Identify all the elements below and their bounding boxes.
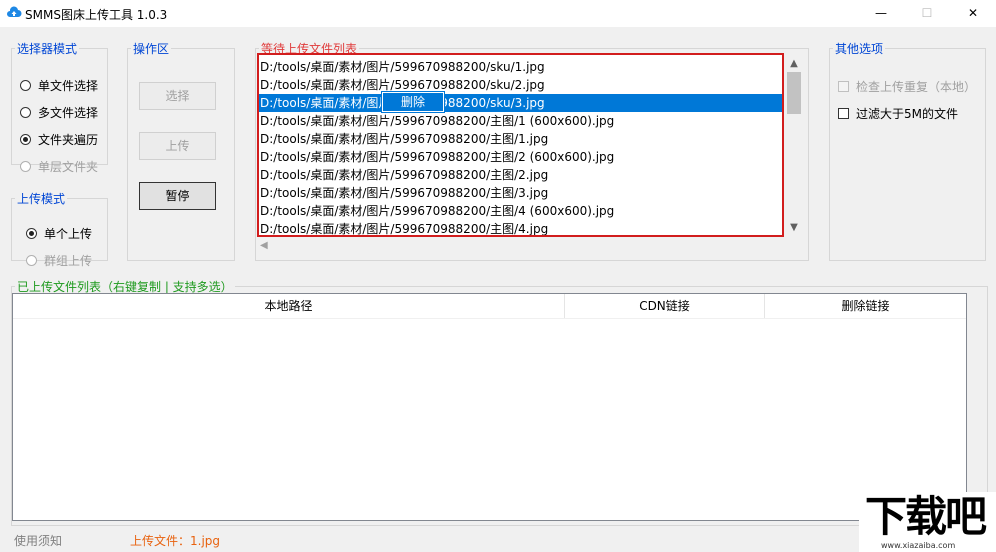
radio-group-upload[interactable]: 群组上传 [26,252,92,269]
filter-large-checkbox[interactable]: 过滤大于5M的文件 [838,105,958,122]
context-menu: 删除 [381,91,445,113]
watermark-logo: 下载吧 www.xiazaiba.com [859,492,996,552]
checkbox-indicator [838,81,849,92]
upload-button[interactable]: 上传 [139,132,216,160]
other-options-group: 其他选项 检查上传重复（本地） 过滤大于5M的文件 [829,40,986,261]
list-item[interactable]: D:/tools/桌面/素材/图片/599670988200/主图/4 (600… [259,202,614,220]
radio-label: 文件夹遍历 [38,133,99,147]
pending-file-listbox[interactable]: D:/tools/桌面/素材/图片/599670988200/sku/1.jpg… [257,53,784,237]
pending-list-scrollbar[interactable]: ▲ ▼ [785,55,803,237]
operations-legend: 操作区 [133,42,170,56]
watermark-text: 下载吧 [865,492,987,541]
selector-mode-legend: 选择器模式 [17,42,78,56]
list-item[interactable]: D:/tools/桌面/素材/图片/599670988200/主图/1 (600… [259,112,614,130]
title-bar: SMMS图床上传工具 1.0.3 — ☐ ✕ [0,0,996,27]
upload-mode-legend: 上传模式 [17,192,66,206]
watermark-url: www.xiazaiba.com [881,541,956,550]
list-item[interactable]: D:/tools/桌面/素材/图片/599670988200/主图/3.jpg [259,184,548,202]
list-item[interactable]: D:/tools/桌面/素材/图片/599670988200/sku/1.jpg [259,58,545,76]
minimize-button[interactable]: — [858,0,904,27]
pause-button[interactable]: 暂停 [139,182,216,210]
window-title: SMMS图床上传工具 1.0.3 [25,8,168,22]
radio-indicator [20,107,31,118]
radio-indicator [20,134,31,145]
select-button[interactable]: 选择 [139,82,216,110]
scroll-thumb[interactable] [787,72,801,114]
operations-group: 操作区 选择 上传 暂停 [127,40,235,261]
radio-indicator [20,80,31,91]
upload-status-text: 上传文件：1.jpg [130,534,221,548]
checkbox-indicator [838,108,849,119]
radio-label: 单层文件夹 [38,160,99,174]
check-duplicate-checkbox[interactable]: 检查上传重复（本地） [838,78,976,95]
close-button[interactable]: ✕ [950,0,996,27]
radio-folder-traverse[interactable]: 文件夹遍历 [20,131,98,148]
other-options-legend: 其他选项 [835,42,884,56]
radio-indicator [20,161,31,172]
radio-label: 单个上传 [44,227,93,241]
checkbox-label: 检查上传重复（本地） [856,80,977,94]
radio-indicator [26,255,37,266]
radio-label: 群组上传 [44,254,93,268]
list-item[interactable]: D:/tools/桌面/素材/图片/599670988200/主图/4.jpg [259,220,548,235]
checkbox-label: 过滤大于5M的文件 [856,107,958,121]
column-header-delete-link[interactable]: 删除链接 [765,294,966,318]
column-header-local-path[interactable]: 本地路径 [13,294,565,318]
radio-multi-file[interactable]: 多文件选择 [20,104,98,121]
scroll-up-icon[interactable]: ▲ [785,55,803,72]
radio-label: 单文件选择 [38,79,99,93]
list-item[interactable]: D:/tools/桌面/素材/图片/599670988200/主图/2.jpg [259,166,548,184]
radio-label: 多文件选择 [38,106,99,120]
uploaded-table-scrollbar[interactable] [967,293,985,521]
column-header-cdn-link[interactable]: CDN链接 [565,294,765,318]
maximize-button[interactable]: ☐ [904,0,950,27]
radio-single-level-folder[interactable]: 单层文件夹 [20,158,98,175]
scroll-left-icon[interactable]: ◀ [260,240,268,251]
radio-single-upload[interactable]: 单个上传 [26,225,92,242]
cloud-upload-icon [7,6,22,17]
header-divider [13,318,966,319]
list-item[interactable]: D:/tools/桌面/素材/图片/599670988200/主图/1.jpg [259,130,548,148]
help-link[interactable]: 使用须知 [14,532,62,549]
list-item[interactable]: D:/tools/桌面/素材/图片/599670988200/主图/2 (600… [259,148,614,166]
uploaded-files-table[interactable]: 本地路径 CDN链接 删除链接 [12,293,967,521]
radio-single-file[interactable]: 单文件选择 [20,77,98,94]
upload-mode-group: 上传模式 单个上传 群组上传 [11,190,108,268]
list-item-selected[interactable]: D:/tools/桌面/素材/图片/599670988200/sku/3.jpg [259,94,782,112]
scroll-down-icon[interactable]: ▼ [785,219,803,236]
context-menu-delete[interactable]: 删除 [383,93,443,111]
radio-indicator [26,228,37,239]
selector-mode-group: 选择器模式 单文件选择 多文件选择 文件夹遍历 单层文件夹 [11,40,108,174]
